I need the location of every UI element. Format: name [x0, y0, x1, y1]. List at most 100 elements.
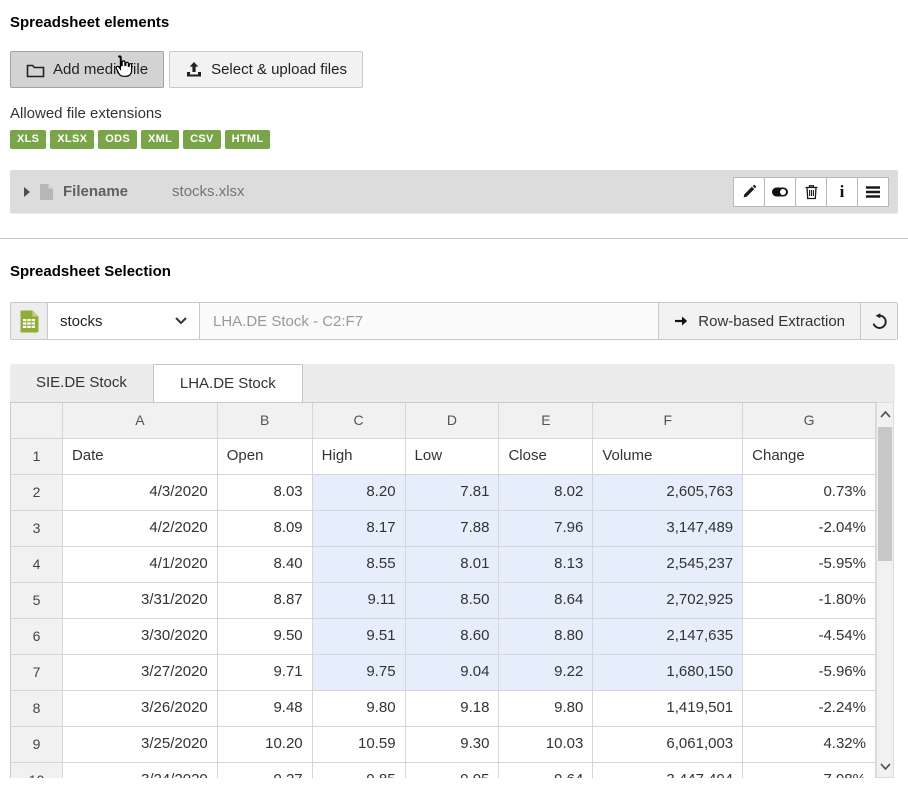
vertical-scrollbar[interactable]	[876, 402, 894, 778]
visibility-toggle-button[interactable]	[764, 177, 796, 207]
column-header-D[interactable]: D	[406, 403, 500, 439]
cell[interactable]: 2,605,763	[593, 475, 743, 511]
cell[interactable]: 8.17	[313, 511, 406, 547]
cell[interactable]: Change	[743, 439, 876, 475]
cell[interactable]: 8.03	[218, 475, 313, 511]
cell[interactable]: 3/26/2020	[63, 691, 218, 727]
cell[interactable]: 7.88	[406, 511, 500, 547]
expand-caret-icon[interactable]	[24, 187, 30, 197]
cell[interactable]: 9.64	[499, 763, 593, 778]
scrollbar-thumb[interactable]	[878, 427, 892, 561]
cell[interactable]: -2.04%	[743, 511, 876, 547]
tab-lha-de-stock[interactable]: LHA.DE Stock	[153, 364, 303, 402]
cell[interactable]: 8.13	[499, 547, 593, 583]
cell[interactable]: 7.98%	[743, 763, 876, 778]
column-header-F[interactable]: F	[593, 403, 743, 439]
cell[interactable]: 8.60	[406, 619, 500, 655]
cell[interactable]: -1.80%	[743, 583, 876, 619]
cell[interactable]: 3/27/2020	[63, 655, 218, 691]
cell[interactable]: 8.01	[406, 547, 500, 583]
cell[interactable]: 8.55	[313, 547, 406, 583]
column-header-A[interactable]: A	[63, 403, 218, 439]
cell[interactable]: 3/30/2020	[63, 619, 218, 655]
row-header-7[interactable]: 7	[11, 655, 63, 691]
cell[interactable]: 9.75	[313, 655, 406, 691]
cell[interactable]: 10.59	[313, 727, 406, 763]
cell[interactable]: 2,545,237	[593, 547, 743, 583]
delete-button[interactable]	[795, 177, 827, 207]
column-header-C[interactable]: C	[313, 403, 406, 439]
sheet-file-select[interactable]: stocks	[48, 303, 200, 339]
cell[interactable]: 9.48	[218, 691, 313, 727]
cell[interactable]: 9.04	[406, 655, 500, 691]
select-upload-files-button[interactable]: Select & upload files	[169, 51, 363, 88]
cell[interactable]: 8.09	[218, 511, 313, 547]
tab-sie-de-stock[interactable]: SIE.DE Stock	[10, 364, 153, 402]
cell[interactable]: 4/3/2020	[63, 475, 218, 511]
cell[interactable]: 3,447,494	[593, 763, 743, 778]
cell[interactable]: -5.95%	[743, 547, 876, 583]
cell[interactable]: Open	[218, 439, 313, 475]
cell[interactable]: 9.50	[218, 619, 313, 655]
cell[interactable]: 9.11	[313, 583, 406, 619]
cell[interactable]: -4.54%	[743, 619, 876, 655]
cell[interactable]: 9.51	[313, 619, 406, 655]
column-header-B[interactable]: B	[218, 403, 313, 439]
cell[interactable]: -5.96%	[743, 655, 876, 691]
cell[interactable]: 9.80	[313, 691, 406, 727]
cell[interactable]: 8.40	[218, 547, 313, 583]
cell[interactable]: 9.22	[499, 655, 593, 691]
cell[interactable]: 10.03	[499, 727, 593, 763]
cell[interactable]: Volume	[593, 439, 743, 475]
cell[interactable]: 3/31/2020	[63, 583, 218, 619]
cell[interactable]: 9.18	[406, 691, 500, 727]
cell[interactable]: 8.50	[406, 583, 500, 619]
cell[interactable]: -2.24%	[743, 691, 876, 727]
cell[interactable]: 7.96	[499, 511, 593, 547]
cell[interactable]: 8.87	[218, 583, 313, 619]
cell[interactable]: 3,147,489	[593, 511, 743, 547]
scroll-down-icon[interactable]	[877, 757, 893, 775]
cell[interactable]: 7.81	[406, 475, 500, 511]
row-header-6[interactable]: 6	[11, 619, 63, 655]
row-header-1[interactable]: 1	[11, 439, 63, 475]
cell[interactable]: 4/2/2020	[63, 511, 218, 547]
cell[interactable]: 2,147,635	[593, 619, 743, 655]
column-header-E[interactable]: E	[499, 403, 593, 439]
cell[interactable]: 6,061,003	[593, 727, 743, 763]
cell[interactable]: High	[313, 439, 406, 475]
column-header-G[interactable]: G	[743, 403, 876, 439]
add-media-file-button[interactable]: Add media file	[10, 51, 164, 88]
cell[interactable]: 9.80	[499, 691, 593, 727]
cell[interactable]: 1,680,150	[593, 655, 743, 691]
cell[interactable]: 2,702,925	[593, 583, 743, 619]
row-header-10[interactable]: 10	[11, 763, 63, 778]
row-header-4[interactable]: 4	[11, 547, 63, 583]
cell[interactable]: 9.85	[313, 763, 406, 778]
cell[interactable]: Close	[499, 439, 593, 475]
cell[interactable]: 4/1/2020	[63, 547, 218, 583]
cell[interactable]: 10.20	[218, 727, 313, 763]
row-based-extraction-button[interactable]: Row-based Extraction	[659, 303, 861, 339]
cell[interactable]: 8.20	[313, 475, 406, 511]
cell[interactable]: 9.05	[406, 763, 500, 778]
cell[interactable]: Low	[406, 439, 500, 475]
row-header-9[interactable]: 9	[11, 727, 63, 763]
cell[interactable]: 3/24/2020	[63, 763, 218, 778]
scroll-up-icon[interactable]	[877, 405, 893, 423]
cell[interactable]: 8.80	[499, 619, 593, 655]
cell[interactable]: 3/25/2020	[63, 727, 218, 763]
row-header-3[interactable]: 3	[11, 511, 63, 547]
cell[interactable]: 0.73%	[743, 475, 876, 511]
cell[interactable]: 1,419,501	[593, 691, 743, 727]
row-header-2[interactable]: 2	[11, 475, 63, 511]
cell[interactable]: 9.27	[218, 763, 313, 778]
edit-button[interactable]	[733, 177, 765, 207]
cell[interactable]: 9.30	[406, 727, 500, 763]
row-header-5[interactable]: 5	[11, 583, 63, 619]
range-input[interactable]: LHA.DE Stock - C2:F7	[200, 303, 659, 339]
cell[interactable]: 8.02	[499, 475, 593, 511]
cell[interactable]: 8.64	[499, 583, 593, 619]
cell[interactable]: 4.32%	[743, 727, 876, 763]
row-header-8[interactable]: 8	[11, 691, 63, 727]
